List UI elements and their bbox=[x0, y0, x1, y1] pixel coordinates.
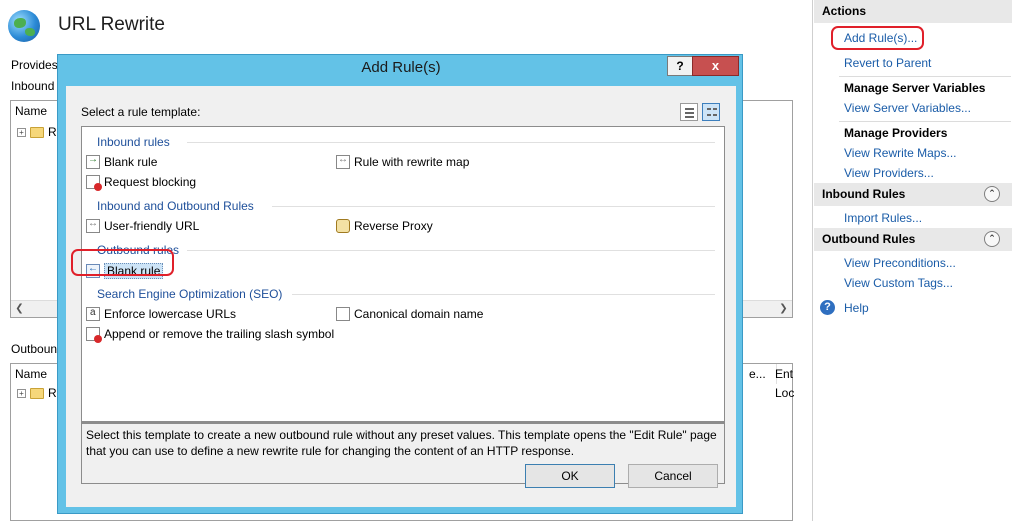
view-server-variables-link[interactable]: View Server Variables... bbox=[844, 101, 971, 115]
template-label: Blank rule bbox=[104, 155, 158, 169]
request-blocking-icon bbox=[86, 175, 102, 191]
template-label: Append or remove the trailing slash symb… bbox=[104, 327, 335, 341]
view-rewrite-maps-link[interactable]: View Rewrite Maps... bbox=[844, 146, 956, 160]
inbound-rules-section[interactable]: Inbound Rules ⌃ bbox=[814, 183, 1012, 206]
row-label: R bbox=[48, 386, 57, 400]
template-label: Canonical domain name bbox=[354, 307, 484, 321]
globe-icon bbox=[8, 10, 40, 42]
expand-icon[interactable]: + bbox=[17, 388, 26, 398]
template-enforce-lowercase[interactable]: Enforce lowercase URLs bbox=[86, 307, 236, 321]
group-inbound-rules: Inbound rules bbox=[97, 135, 170, 149]
template-request-blocking[interactable]: Request blocking bbox=[86, 175, 197, 191]
collapse-icon[interactable]: ⌃ bbox=[984, 231, 1000, 247]
folder-icon bbox=[30, 387, 44, 399]
help-link[interactable]: Help bbox=[844, 301, 869, 315]
template-canonical-domain[interactable]: Canonical domain name bbox=[336, 307, 483, 321]
row-entry: Loc bbox=[775, 386, 795, 400]
dialog-close-button[interactable]: x bbox=[692, 56, 739, 76]
group-seo: Search Engine Optimization (SEO) bbox=[97, 287, 283, 301]
outbound-rules-heading: Outbound Rules bbox=[822, 232, 916, 246]
outbound-rules-section[interactable]: Outbound Rules ⌃ bbox=[814, 228, 1012, 251]
template-outbound-blank-rule[interactable]: Blank rule bbox=[86, 263, 164, 279]
ok-button[interactable]: OK bbox=[525, 464, 615, 488]
outbound-label: Outbound bbox=[11, 342, 64, 356]
revert-to-parent-link[interactable]: Revert to Parent bbox=[844, 56, 931, 70]
cancel-button[interactable]: Cancel bbox=[628, 464, 718, 488]
user-friendly-url-icon bbox=[86, 218, 100, 233]
template-label: Rule with rewrite map bbox=[354, 155, 470, 169]
dialog-body: Select a rule template: Inbound rules Bl… bbox=[66, 86, 736, 507]
template-label: Request blocking bbox=[104, 175, 197, 189]
row-label: R bbox=[48, 125, 57, 139]
group-divider bbox=[292, 294, 715, 295]
template-label: Reverse Proxy bbox=[354, 219, 433, 233]
divider bbox=[839, 121, 1011, 122]
select-template-label: Select a rule template: bbox=[81, 105, 201, 119]
group-divider bbox=[187, 142, 715, 143]
template-label: User-friendly URL bbox=[104, 219, 200, 233]
inbound-rules-heading: Inbound Rules bbox=[822, 187, 906, 201]
lowercase-icon bbox=[86, 307, 100, 321]
template-label: Blank rule bbox=[104, 263, 164, 279]
column-header-entry[interactable]: Ent bbox=[771, 364, 793, 384]
template-label: Enforce lowercase URLs bbox=[104, 307, 237, 321]
actions-header: Actions bbox=[814, 0, 1012, 23]
template-user-friendly-url[interactable]: User-friendly URL bbox=[86, 218, 200, 233]
folder-icon bbox=[30, 126, 44, 138]
scroll-right-icon[interactable]: ❯ bbox=[775, 301, 792, 317]
outbound-blank-rule-icon bbox=[86, 263, 100, 278]
rewrite-map-icon bbox=[336, 154, 350, 169]
template-rule-with-rewrite-map[interactable]: Rule with rewrite map bbox=[336, 154, 470, 169]
providers-label: Provides bbox=[11, 58, 58, 72]
reverse-proxy-icon bbox=[336, 219, 350, 233]
group-divider bbox=[272, 206, 715, 207]
collapse-icon[interactable]: ⌃ bbox=[984, 186, 1000, 202]
expand-icon[interactable]: + bbox=[17, 127, 26, 137]
add-rules-dialog: Add Rule(s) ? x Select a rule template: … bbox=[57, 54, 743, 514]
add-rules-link[interactable]: Add Rule(s)... bbox=[844, 31, 917, 45]
import-rules-link[interactable]: Import Rules... bbox=[844, 211, 922, 225]
actions-pane: Actions Add Rule(s)... Revert to Parent … bbox=[812, 0, 1012, 521]
tiles-view-icon[interactable] bbox=[702, 103, 720, 121]
group-outbound-rules: Outbound rules bbox=[97, 243, 180, 257]
trailing-slash-icon bbox=[86, 327, 102, 343]
page-title: URL Rewrite bbox=[58, 14, 165, 35]
canonical-domain-icon bbox=[336, 307, 350, 321]
dialog-title: Add Rule(s) bbox=[361, 59, 441, 76]
help-icon[interactable]: ? bbox=[820, 300, 835, 315]
template-blank-rule[interactable]: Blank rule bbox=[86, 154, 158, 169]
manage-providers-heading: Manage Providers bbox=[844, 126, 948, 140]
manage-server-variables-heading: Manage Server Variables bbox=[844, 81, 986, 95]
details-view-icon[interactable] bbox=[680, 103, 698, 121]
table-row[interactable]: + R bbox=[17, 386, 57, 400]
divider bbox=[839, 76, 1011, 77]
template-reverse-proxy[interactable]: Reverse Proxy bbox=[336, 219, 433, 233]
view-custom-tags-link[interactable]: View Custom Tags... bbox=[844, 276, 953, 290]
blank-rule-icon bbox=[86, 154, 100, 169]
template-trailing-slash[interactable]: Append or remove the trailing slash symb… bbox=[86, 327, 335, 343]
rule-template-list[interactable]: Inbound rules Blank rule Rule with rewri… bbox=[81, 126, 725, 422]
scroll-left-icon[interactable]: ❮ bbox=[11, 301, 28, 317]
inbound-label: Inbound bbox=[11, 79, 55, 93]
group-inbound-outbound-rules: Inbound and Outbound Rules bbox=[97, 199, 254, 213]
dialog-help-button[interactable]: ? bbox=[667, 56, 693, 76]
table-row[interactable]: + R bbox=[17, 125, 57, 139]
view-providers-link[interactable]: View Providers... bbox=[844, 166, 934, 180]
group-divider bbox=[187, 250, 715, 251]
view-preconditions-link[interactable]: View Preconditions... bbox=[844, 256, 956, 270]
